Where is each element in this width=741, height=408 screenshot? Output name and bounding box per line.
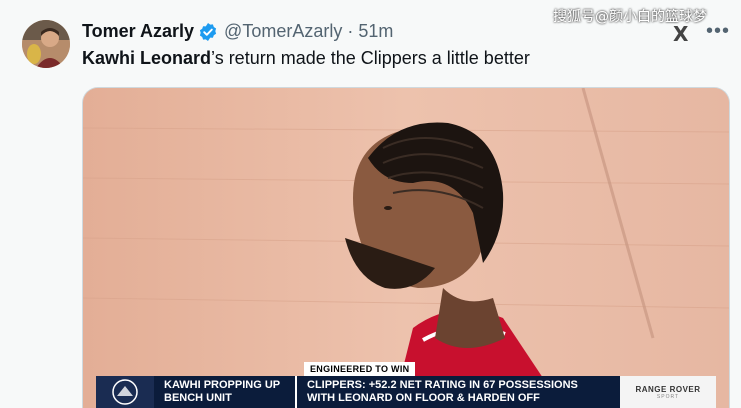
verified-badge-icon [198,22,218,42]
clippers-logo-icon [96,376,154,408]
tweet-media[interactable]: ENGINEERED TO WIN KAWHI PROPPING UP BENC… [82,87,730,408]
tweet-timestamp[interactable]: 51m [358,21,393,42]
lower-third-headline: KAWHI PROPPING UP BENCH UNIT [154,376,297,408]
tweet-text-body: ’s return made the Clippers a little bet… [211,48,530,68]
more-options-icon[interactable]: ••• [706,20,730,43]
separator-dot: · [347,21,354,41]
sponsor-subtitle: SPORT [656,393,680,400]
sponsor-logo: RANGE ROVER SPORT [620,376,716,408]
tweet-text-mention: Kawhi Leonard [82,48,212,68]
avatar[interactable] [22,20,70,68]
author-name[interactable]: Tomer Azarly [82,21,194,42]
lower-third-stat: CLIPPERS: +52.2 NET RATING IN 67 POSSESS… [307,379,578,404]
avatar-image [22,20,70,68]
author-handle[interactable]: @TomerAzarly [224,21,342,42]
broadcast-lower-third: KAWHI PROPPING UP BENCH UNIT CLIPPERS: +… [96,376,716,408]
tweet-card[interactable]: Tomer Azarly @TomerAzarly · 51m 搜狐号@颜小白的… [0,0,741,408]
media-image [83,88,729,408]
tweet-text: Kawhi Leonard’s return made the Clippers… [82,48,530,69]
x-logo-icon: X [673,22,689,46]
sponsor-name: RANGE ROVER [635,384,701,394]
engineered-to-win-tag: ENGINEERED TO WIN [304,362,416,376]
tweet-header: Tomer Azarly @TomerAzarly · 51m [82,21,393,42]
